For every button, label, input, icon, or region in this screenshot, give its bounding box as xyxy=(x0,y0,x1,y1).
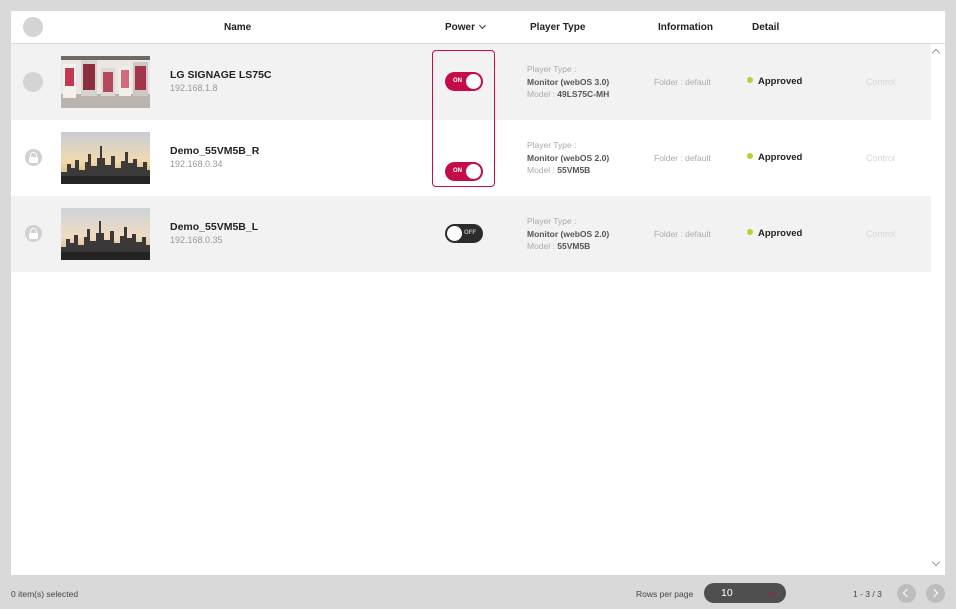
device-name[interactable]: LG SIGNAGE LS75C xyxy=(170,69,272,81)
device-ip: 192.168.0.35 xyxy=(170,235,223,245)
model-value: 55VM5B xyxy=(557,165,591,175)
row-checkbox[interactable] xyxy=(23,72,43,92)
device-name[interactable]: Demo_55VM5B_L xyxy=(170,221,258,233)
chevron-down-icon xyxy=(478,21,487,30)
select-all-checkbox[interactable] xyxy=(23,17,43,37)
player-type-label: Player Type : xyxy=(527,140,577,150)
chevron-down-icon[interactable] xyxy=(931,557,941,567)
prev-page-button[interactable] xyxy=(897,584,916,603)
device-thumbnail xyxy=(61,132,150,184)
player-type-label: Player Type : xyxy=(527,64,577,74)
status-badge: Approved xyxy=(747,76,802,87)
prev-page-icon xyxy=(902,588,912,598)
next-page-button[interactable] xyxy=(926,584,945,603)
rows-per-page-label: Rows per page xyxy=(636,589,694,599)
lock-icon xyxy=(25,149,42,166)
power-column-highlight xyxy=(432,50,495,187)
status-dot-icon xyxy=(747,229,753,235)
device-list-panel: Name Power Player Type Information Detai… xyxy=(11,11,945,575)
status-badge: Approved xyxy=(747,228,802,239)
next-page-icon xyxy=(929,588,939,598)
model-label: Model : xyxy=(527,165,555,175)
player-type-label: Player Type : xyxy=(527,216,577,226)
status-text: Approved xyxy=(758,76,803,87)
player-type-info: Player Type : Monitor (webOS 2.0) Model … xyxy=(527,215,609,253)
selected-count: 0 item(s) selected xyxy=(11,589,79,599)
device-ip: 192.168.1.8 xyxy=(170,83,218,93)
model-value: 49LS75C-MH xyxy=(557,89,610,99)
player-type-value: Monitor (webOS 2.0) xyxy=(527,228,610,239)
rows-per-page-value: 10 xyxy=(721,587,733,599)
status-text: Approved xyxy=(758,152,803,163)
chevron-down-icon xyxy=(768,589,777,598)
folder-info: Folder : default xyxy=(654,77,711,87)
table-row[interactable]: Demo_55VM5B_L 192.168.0.35 OFF Player Ty… xyxy=(11,196,931,272)
lock-icon xyxy=(25,225,42,242)
folder-info: Folder : default xyxy=(654,153,711,163)
player-type-info: Player Type : Monitor (webOS 2.0) Model … xyxy=(527,139,609,177)
header-detail[interactable]: Detail xyxy=(752,22,779,33)
rows-per-page-select[interactable]: 10 xyxy=(704,583,786,603)
device-thumbnail xyxy=(61,56,150,108)
player-type-info: Player Type : Monitor (webOS 3.0) Model … xyxy=(527,63,609,101)
device-name[interactable]: Demo_55VM5B_R xyxy=(170,145,259,157)
model-value: 55VM5B xyxy=(557,241,591,251)
status-badge: Approved xyxy=(747,152,802,163)
table-header: Name Power Player Type Information Detai… xyxy=(11,11,945,44)
table-footer: 0 item(s) selected Rows per page 10 1 - … xyxy=(0,579,956,609)
header-information[interactable]: Information xyxy=(658,22,713,33)
header-power[interactable]: Power xyxy=(445,21,487,33)
control-button[interactable]: Control xyxy=(866,77,895,87)
folder-info: Folder : default xyxy=(654,229,711,239)
model-label: Model : xyxy=(527,241,555,251)
control-button[interactable]: Control xyxy=(866,153,895,163)
device-ip: 192.168.0.34 xyxy=(170,159,223,169)
chevron-up-icon[interactable] xyxy=(931,48,941,58)
status-dot-icon xyxy=(747,153,753,159)
power-toggle-label: OFF xyxy=(464,230,476,236)
player-type-value: Monitor (webOS 3.0) xyxy=(527,76,610,87)
control-button[interactable]: Control xyxy=(866,229,895,239)
model-label: Model : xyxy=(527,89,555,99)
status-text: Approved xyxy=(758,228,803,239)
player-type-value: Monitor (webOS 2.0) xyxy=(527,152,610,163)
header-name[interactable]: Name xyxy=(224,22,251,33)
power-toggle[interactable]: OFF xyxy=(445,224,483,243)
toggle-knob xyxy=(447,226,462,241)
header-player-type[interactable]: Player Type xyxy=(530,22,585,33)
device-thumbnail xyxy=(61,208,150,260)
page-range: 1 - 3 / 3 xyxy=(853,589,882,599)
status-dot-icon xyxy=(747,77,753,83)
header-power-label: Power xyxy=(445,22,476,33)
